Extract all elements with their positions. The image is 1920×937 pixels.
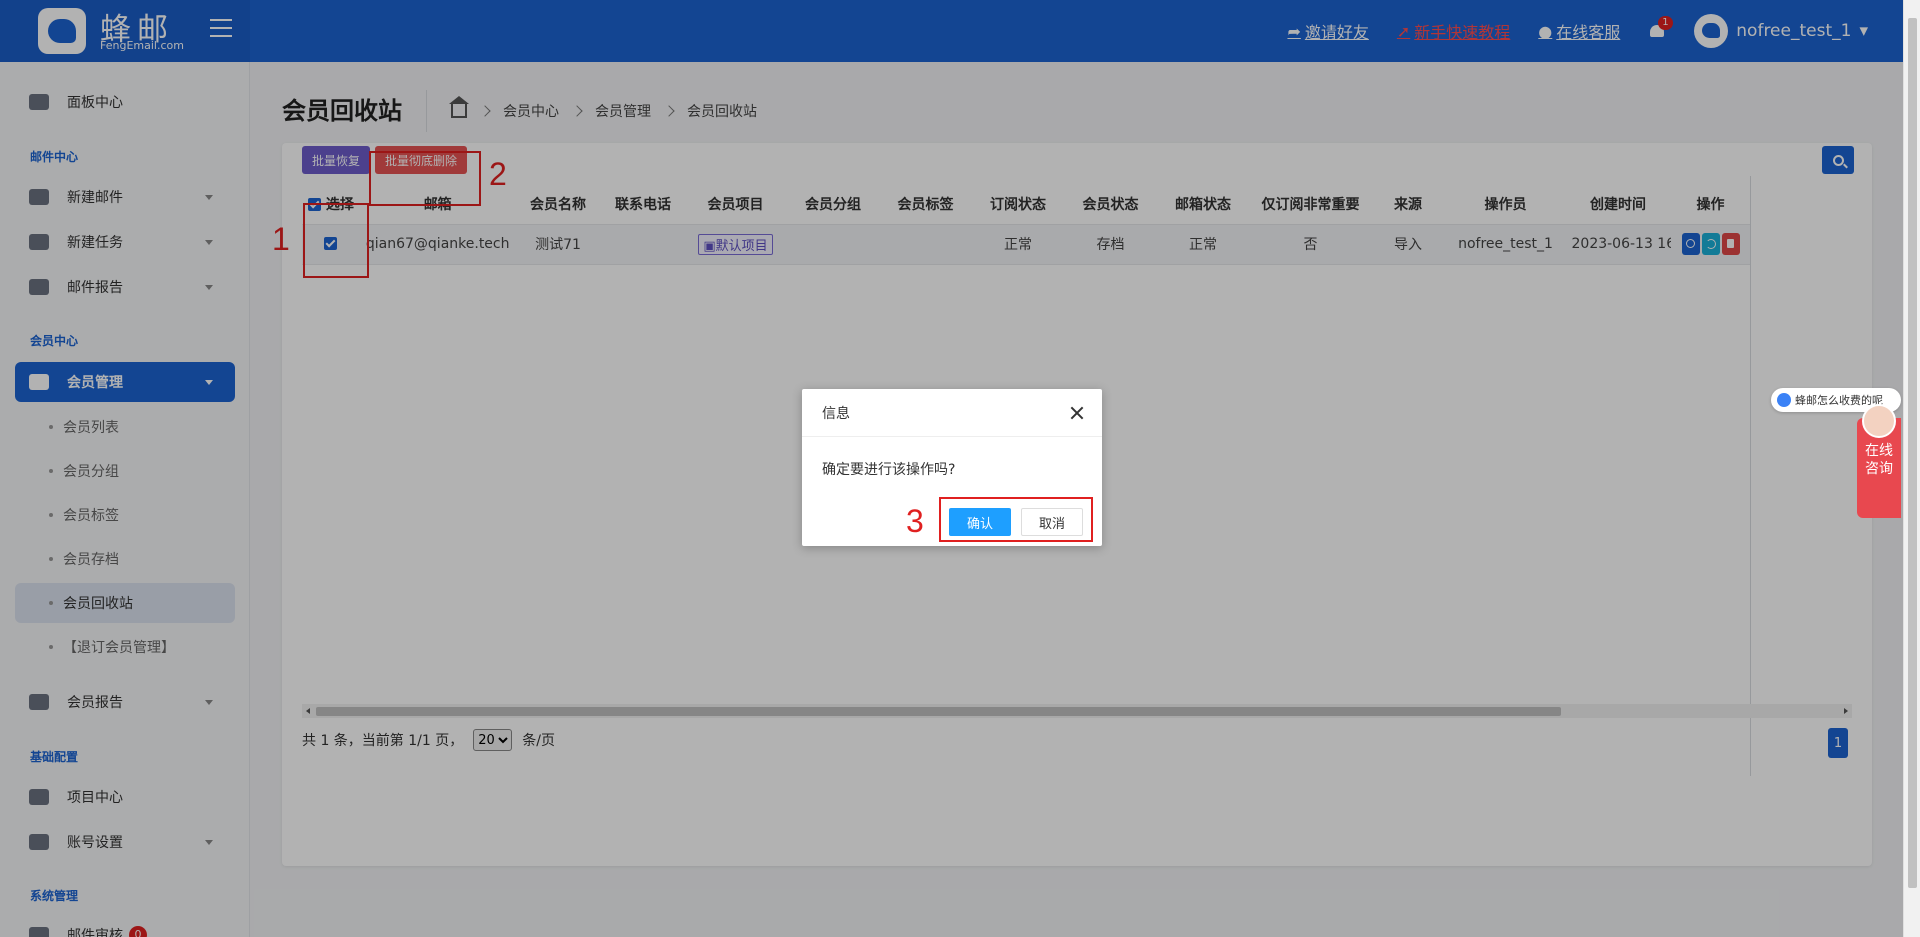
dialog-message: 确定要进行该操作吗? (822, 462, 956, 478)
close-icon[interactable] (1070, 406, 1084, 420)
dialog-title: 信息 (822, 405, 850, 422)
chat-icon (1777, 393, 1791, 407)
scroll-thumb[interactable] (1908, 18, 1917, 888)
online-consult-widget[interactable]: 在线 咨询 (1857, 404, 1901, 518)
annotation-box-confirm (939, 497, 1093, 542)
annotation-number-3: 3 (906, 503, 924, 539)
vertical-scrollbar[interactable] (1903, 0, 1920, 937)
agent-avatar (1862, 404, 1896, 438)
